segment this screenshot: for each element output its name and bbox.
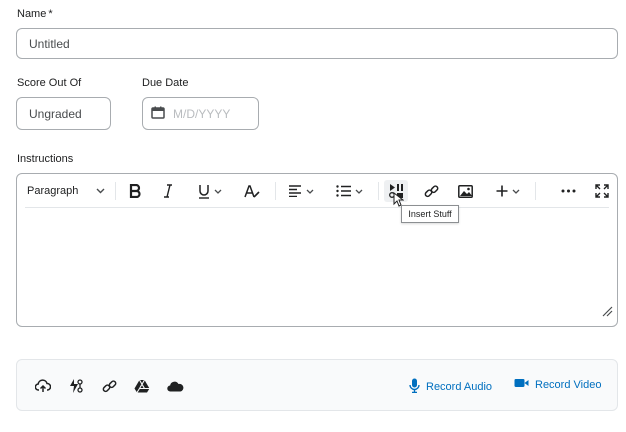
plus-icon (496, 185, 508, 197)
chevron-down-icon (306, 189, 314, 194)
more-options-button[interactable] (557, 180, 579, 202)
chevron-down-icon (512, 189, 520, 194)
google-drive-icon[interactable] (132, 376, 152, 396)
onedrive-icon[interactable] (165, 376, 185, 396)
attachment-bar: Record Audio Record Video (16, 359, 618, 411)
due-date-input[interactable]: M/D/YYYY (142, 97, 259, 130)
due-date-label: Due Date (142, 77, 189, 89)
text-format-icon (244, 184, 260, 199)
name-label-text: Name (17, 8, 47, 20)
toolbar-divider (275, 182, 276, 200)
link-icon (424, 184, 439, 199)
record-video-button[interactable]: Record Video (514, 378, 601, 391)
microphone-icon (409, 378, 420, 396)
resize-handle-icon[interactable] (601, 304, 613, 322)
fullscreen-button[interactable] (591, 180, 613, 202)
score-label: Score Out Of (17, 77, 82, 89)
image-icon (457, 184, 473, 198)
list-icon (335, 185, 351, 197)
toolbar-divider (535, 182, 536, 200)
chevron-down-icon (355, 189, 363, 194)
toolbar-divider (378, 182, 379, 200)
due-date-placeholder: M/D/YYYY (173, 106, 231, 121)
align-button[interactable] (285, 180, 317, 202)
score-value: Ungraded (29, 106, 82, 121)
text-format-button[interactable] (241, 180, 263, 202)
insert-stuff-tooltip: Insert Stuff (401, 205, 459, 223)
required-mark: * (48, 8, 53, 20)
italic-button[interactable] (158, 180, 178, 202)
instructions-editor[interactable]: Paragraph (16, 173, 618, 327)
calendar-icon (151, 106, 165, 122)
chevron-down-icon (96, 188, 105, 194)
upload-icon[interactable] (33, 376, 53, 396)
record-audio-label: Record Audio (426, 381, 493, 393)
link-button[interactable] (420, 180, 442, 202)
name-input-value: Untitled (29, 36, 70, 51)
bold-button[interactable] (125, 180, 145, 202)
link-icon[interactable] (99, 376, 119, 396)
editor-toolbar: Paragraph (17, 174, 617, 207)
underline-icon (198, 184, 210, 199)
record-video-label: Record Video (535, 378, 602, 391)
toolbar-divider-line (25, 207, 609, 208)
name-label: Name * (17, 8, 53, 20)
format-select-label: Paragraph (27, 185, 79, 197)
format-select[interactable]: Paragraph (27, 180, 105, 202)
video-camera-icon (514, 378, 529, 391)
fullscreen-icon (595, 184, 609, 198)
quicklink-icon[interactable] (66, 376, 86, 396)
score-button[interactable]: Ungraded (16, 97, 111, 130)
bold-icon (129, 184, 141, 198)
toolbar-divider (115, 182, 116, 200)
align-left-icon (288, 185, 302, 197)
name-input[interactable]: Untitled (16, 28, 618, 59)
image-button[interactable] (454, 180, 476, 202)
chevron-down-icon (214, 189, 222, 194)
instructions-label: Instructions (17, 153, 74, 165)
more-icon (561, 189, 576, 193)
italic-icon (163, 184, 173, 198)
record-audio-button[interactable]: Record Audio (409, 378, 492, 396)
underline-button[interactable] (193, 180, 227, 202)
insert-more-button[interactable] (492, 180, 524, 202)
list-button[interactable] (333, 180, 365, 202)
